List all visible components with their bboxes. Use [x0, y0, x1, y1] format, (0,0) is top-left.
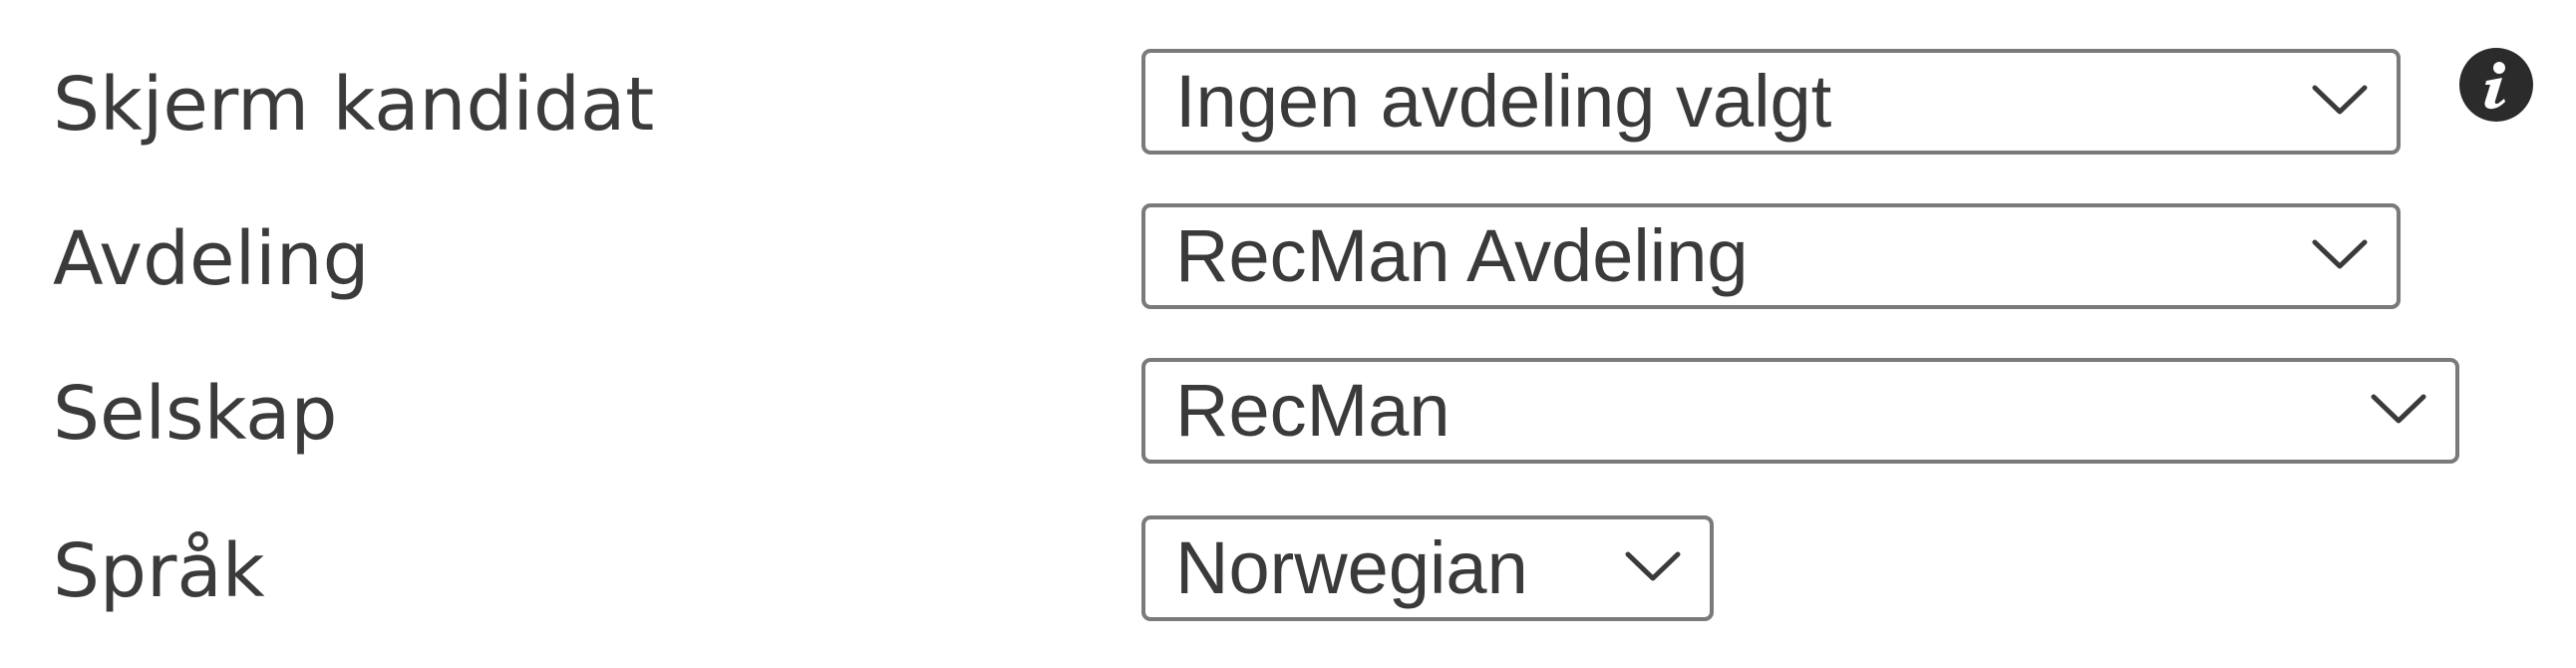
chevron-down-icon — [2311, 236, 2369, 272]
form-row-avdeling: Avdeling RecMan Avdeling — [0, 203, 2576, 315]
selskap-select[interactable]: RecMan — [1141, 358, 2459, 464]
sprak-selected-value: Norwegian — [1175, 526, 1528, 609]
avdeling-selected-value: RecMan Avdeling — [1175, 214, 1749, 297]
form-row-selskap: Selskap RecMan — [0, 358, 2576, 470]
skjerm-kandidat-selected-value: Ingen avdeling valgt — [1175, 60, 1832, 143]
selskap-label: Selskap — [53, 371, 338, 457]
chevron-down-icon — [2370, 391, 2427, 427]
info-icon[interactable] — [2459, 48, 2533, 122]
sprak-label: Språk — [53, 528, 265, 614]
avdeling-label: Avdeling — [53, 216, 370, 302]
form-row-skjerm-kandidat: Skjerm kandidat Ingen avdeling valgt — [0, 48, 2576, 161]
skjerm-kandidat-label: Skjerm kandidat — [53, 62, 655, 148]
chevron-down-icon — [1624, 548, 1682, 584]
chevron-down-icon — [2311, 82, 2369, 118]
avdeling-select[interactable]: RecMan Avdeling — [1141, 203, 2401, 309]
skjerm-kandidat-select[interactable]: Ingen avdeling valgt — [1141, 49, 2401, 155]
sprak-select[interactable]: Norwegian — [1141, 515, 1714, 621]
settings-form: Skjerm kandidat Ingen avdeling valgt Avd… — [0, 0, 2576, 668]
form-row-sprak: Språk Norwegian — [0, 515, 2576, 627]
selskap-selected-value: RecMan — [1175, 369, 1450, 452]
